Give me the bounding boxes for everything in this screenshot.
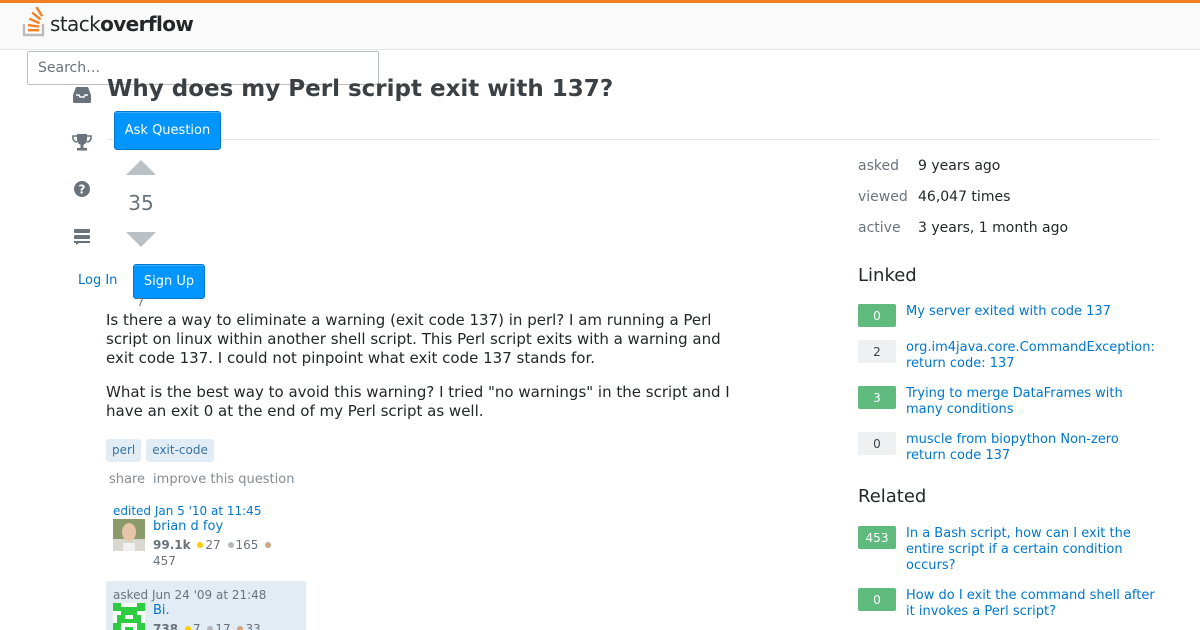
- related-question[interactable]: 0 How do I exit the command shell after …: [858, 588, 1158, 620]
- asked-timestamp[interactable]: asked Jun 24 '09 at 21:48: [113, 588, 299, 602]
- logo-text-light: stack: [50, 12, 101, 36]
- stat-viewed: viewed 46,047 times: [858, 181, 1068, 212]
- silver-badge-count: 17: [215, 622, 231, 630]
- silver-badge-count: 165: [235, 538, 259, 552]
- reputation-score: 99.1k: [153, 538, 191, 552]
- body-paragraph: What is the best way to avoid this warni…: [106, 383, 730, 420]
- vote-up-icon[interactable]: [126, 160, 156, 175]
- editor-name[interactable]: brian d foy: [153, 519, 223, 534]
- body-paragraph: Is there a way to eliminate a warning (e…: [106, 311, 721, 367]
- question-title[interactable]: Why does my Perl script exit with 137?: [107, 76, 613, 102]
- question-stats: asked 9 years ago viewed 46,047 times ac…: [858, 150, 1068, 243]
- linked-question-link[interactable]: My server exited with code 137: [906, 304, 1111, 327]
- linked-question[interactable]: 2 org.im4java.core.CommandException: ret…: [858, 340, 1158, 372]
- related-question-link[interactable]: How do I exit the command shell after it…: [906, 588, 1158, 620]
- gold-badge-count: 7: [192, 622, 201, 630]
- stat-value[interactable]: 3 years, 1 month ago: [918, 220, 1068, 236]
- related-question[interactable]: 453 In a Bash script, how can I exit the…: [858, 526, 1158, 574]
- stat-label: active: [858, 219, 901, 236]
- logo-text-bold: overflow: [100, 12, 194, 36]
- gold-badge-icon: [197, 542, 204, 548]
- linked-question-link[interactable]: Trying to merge DataFrames with many con…: [906, 386, 1158, 418]
- tag-list: perl exit-code: [106, 439, 214, 462]
- signup-button[interactable]: Sign Up: [133, 264, 205, 299]
- login-link[interactable]: Log In: [78, 273, 117, 288]
- help-icon[interactable]: ?: [72, 179, 92, 199]
- owner-reputation: 738 7 17 33: [153, 621, 303, 630]
- bronze-badge-icon: [237, 626, 244, 630]
- stackoverflow-logo-icon: [22, 7, 45, 37]
- question-score: 3: [858, 386, 896, 409]
- tag-exit-code[interactable]: exit-code: [146, 439, 214, 462]
- site-logo[interactable]: stackoverflow: [22, 5, 194, 37]
- bronze-badge-count: 33: [245, 622, 261, 630]
- linked-question[interactable]: 3 Trying to merge DataFrames with many c…: [858, 386, 1158, 418]
- review-queue-icon[interactable]: [72, 226, 92, 246]
- editor-avatar[interactable]: [113, 519, 145, 551]
- svg-text:?: ?: [79, 183, 86, 197]
- tag-perl[interactable]: perl: [106, 439, 142, 462]
- inbox-icon[interactable]: [72, 85, 92, 105]
- linked-question-link[interactable]: muscle from biopython Non-zero return co…: [906, 432, 1158, 464]
- editor-signature: edited Jan 5 '10 at 11:45 brian d foy 99…: [106, 497, 306, 575]
- linked-heading: Linked: [858, 265, 917, 286]
- gold-badge-icon: [184, 626, 191, 630]
- edit-timestamp[interactable]: edited Jan 5 '10 at 11:45: [113, 504, 299, 518]
- question-body: Is there a way to eliminate a warning (e…: [106, 311, 736, 436]
- stat-value: 9 years ago: [918, 157, 1001, 174]
- share-link[interactable]: share: [109, 472, 145, 487]
- vote-down-icon[interactable]: [126, 232, 156, 247]
- related-question-link[interactable]: In a Bash script, how can I exit the ent…: [906, 526, 1158, 574]
- question-score: 0: [858, 588, 896, 611]
- editor-reputation: 99.1k 27 165 457: [153, 537, 303, 569]
- silver-badge-icon: [227, 542, 234, 548]
- related-heading: Related: [858, 486, 927, 507]
- improve-question-link[interactable]: improve this question: [153, 472, 294, 487]
- owner-name[interactable]: Bi.: [153, 603, 170, 618]
- bronze-badge-count: 457: [153, 554, 176, 568]
- owner-signature: asked Jun 24 '09 at 21:48 Bi. 738 7 17 3…: [106, 581, 306, 630]
- top-bar: stackoverflow: [0, 0, 1200, 50]
- stat-label: asked: [858, 157, 899, 174]
- question-score: 2: [858, 340, 896, 363]
- reputation-score: 738: [153, 622, 179, 630]
- bronze-badge-icon: [265, 542, 272, 548]
- linked-question-link[interactable]: org.im4java.core.CommandException: retur…: [906, 340, 1158, 372]
- silver-badge-icon: [207, 626, 214, 630]
- owner-avatar[interactable]: [113, 603, 145, 630]
- linked-question[interactable]: 0 muscle from biopython Non-zero return …: [858, 432, 1158, 464]
- trophy-icon[interactable]: [72, 132, 92, 152]
- vote-count: 35: [128, 191, 154, 215]
- gold-badge-count: 27: [205, 538, 221, 552]
- logo-text: stackoverflow: [50, 11, 194, 37]
- question-score: 453: [858, 526, 896, 549]
- question-score: 0: [858, 432, 896, 455]
- stat-active: active 3 years, 1 month ago: [858, 212, 1068, 243]
- linked-question[interactable]: 0 My server exited with code 137: [858, 304, 1158, 327]
- stat-asked: asked 9 years ago: [858, 150, 1068, 181]
- question-score: 0: [858, 304, 896, 327]
- title-divider: [107, 139, 1159, 140]
- favorite-count: 7: [137, 296, 144, 309]
- stat-value: 46,047 times: [918, 188, 1011, 205]
- ask-question-button[interactable]: Ask Question: [114, 111, 221, 150]
- post-menu: share improve this question: [109, 472, 294, 487]
- stat-label: viewed: [858, 188, 908, 205]
